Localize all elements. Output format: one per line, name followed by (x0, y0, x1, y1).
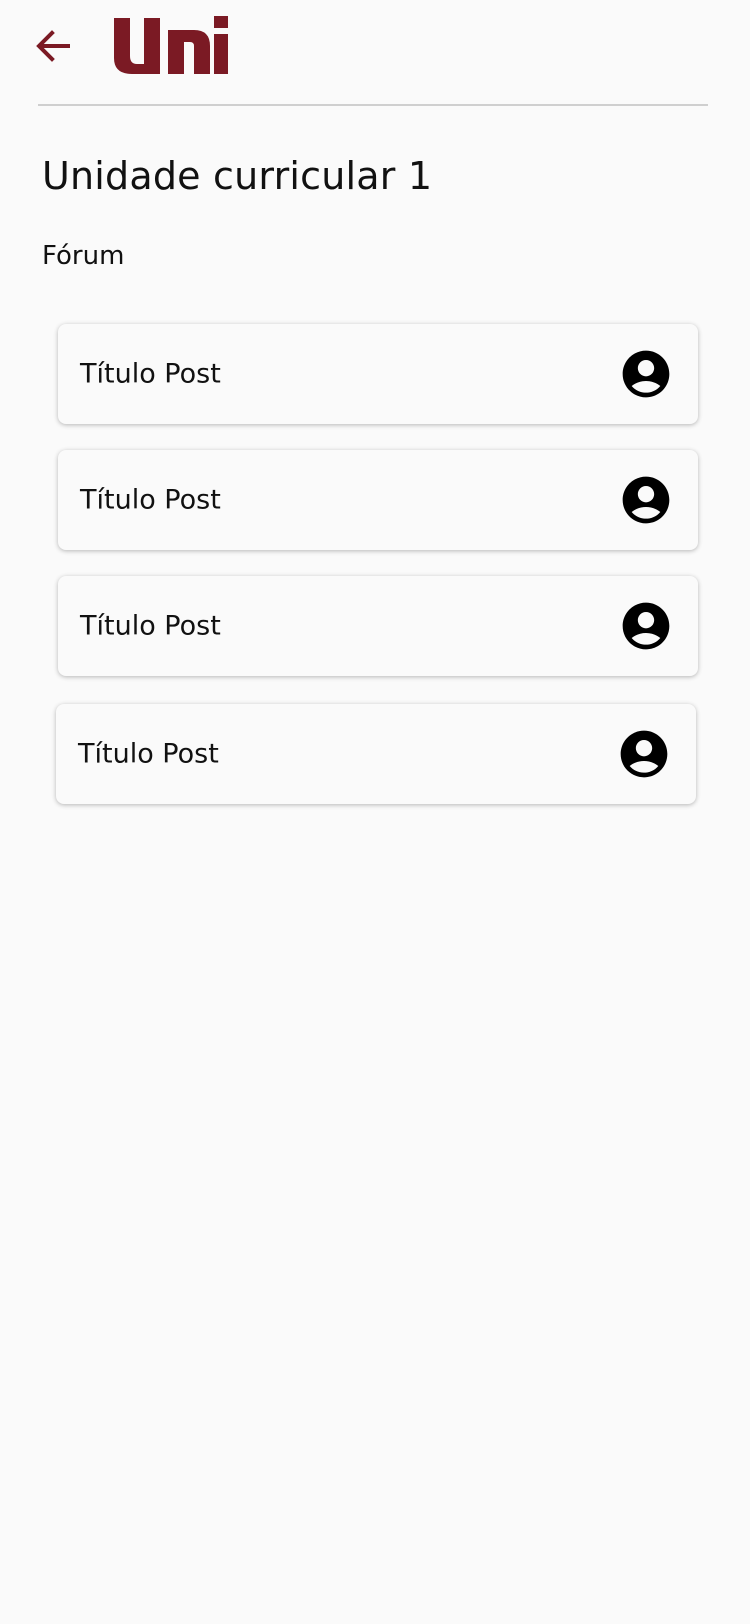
post-title: Título Post (78, 738, 219, 770)
arrow-left-icon (36, 30, 70, 62)
post-title: Título Post (80, 610, 221, 642)
page-title: Unidade curricular 1 (42, 154, 433, 198)
post-title: Título Post (80, 358, 221, 390)
back-button[interactable] (30, 22, 78, 70)
header-divider (38, 104, 708, 106)
account-circle-icon (622, 350, 670, 398)
section-label-forum: Fórum (42, 241, 125, 271)
forum-post-card[interactable]: Título Post (58, 324, 698, 424)
account-circle-icon (622, 602, 670, 650)
post-title: Título Post (80, 484, 221, 516)
account-circle-icon (620, 730, 668, 778)
forum-post-card[interactable]: Título Post (58, 450, 698, 550)
uni-logo (114, 16, 228, 74)
forum-post-card[interactable]: Título Post (58, 576, 698, 676)
account-circle-icon (622, 476, 670, 524)
forum-post-card[interactable]: Título Post (56, 704, 696, 804)
app-header (0, 0, 750, 104)
